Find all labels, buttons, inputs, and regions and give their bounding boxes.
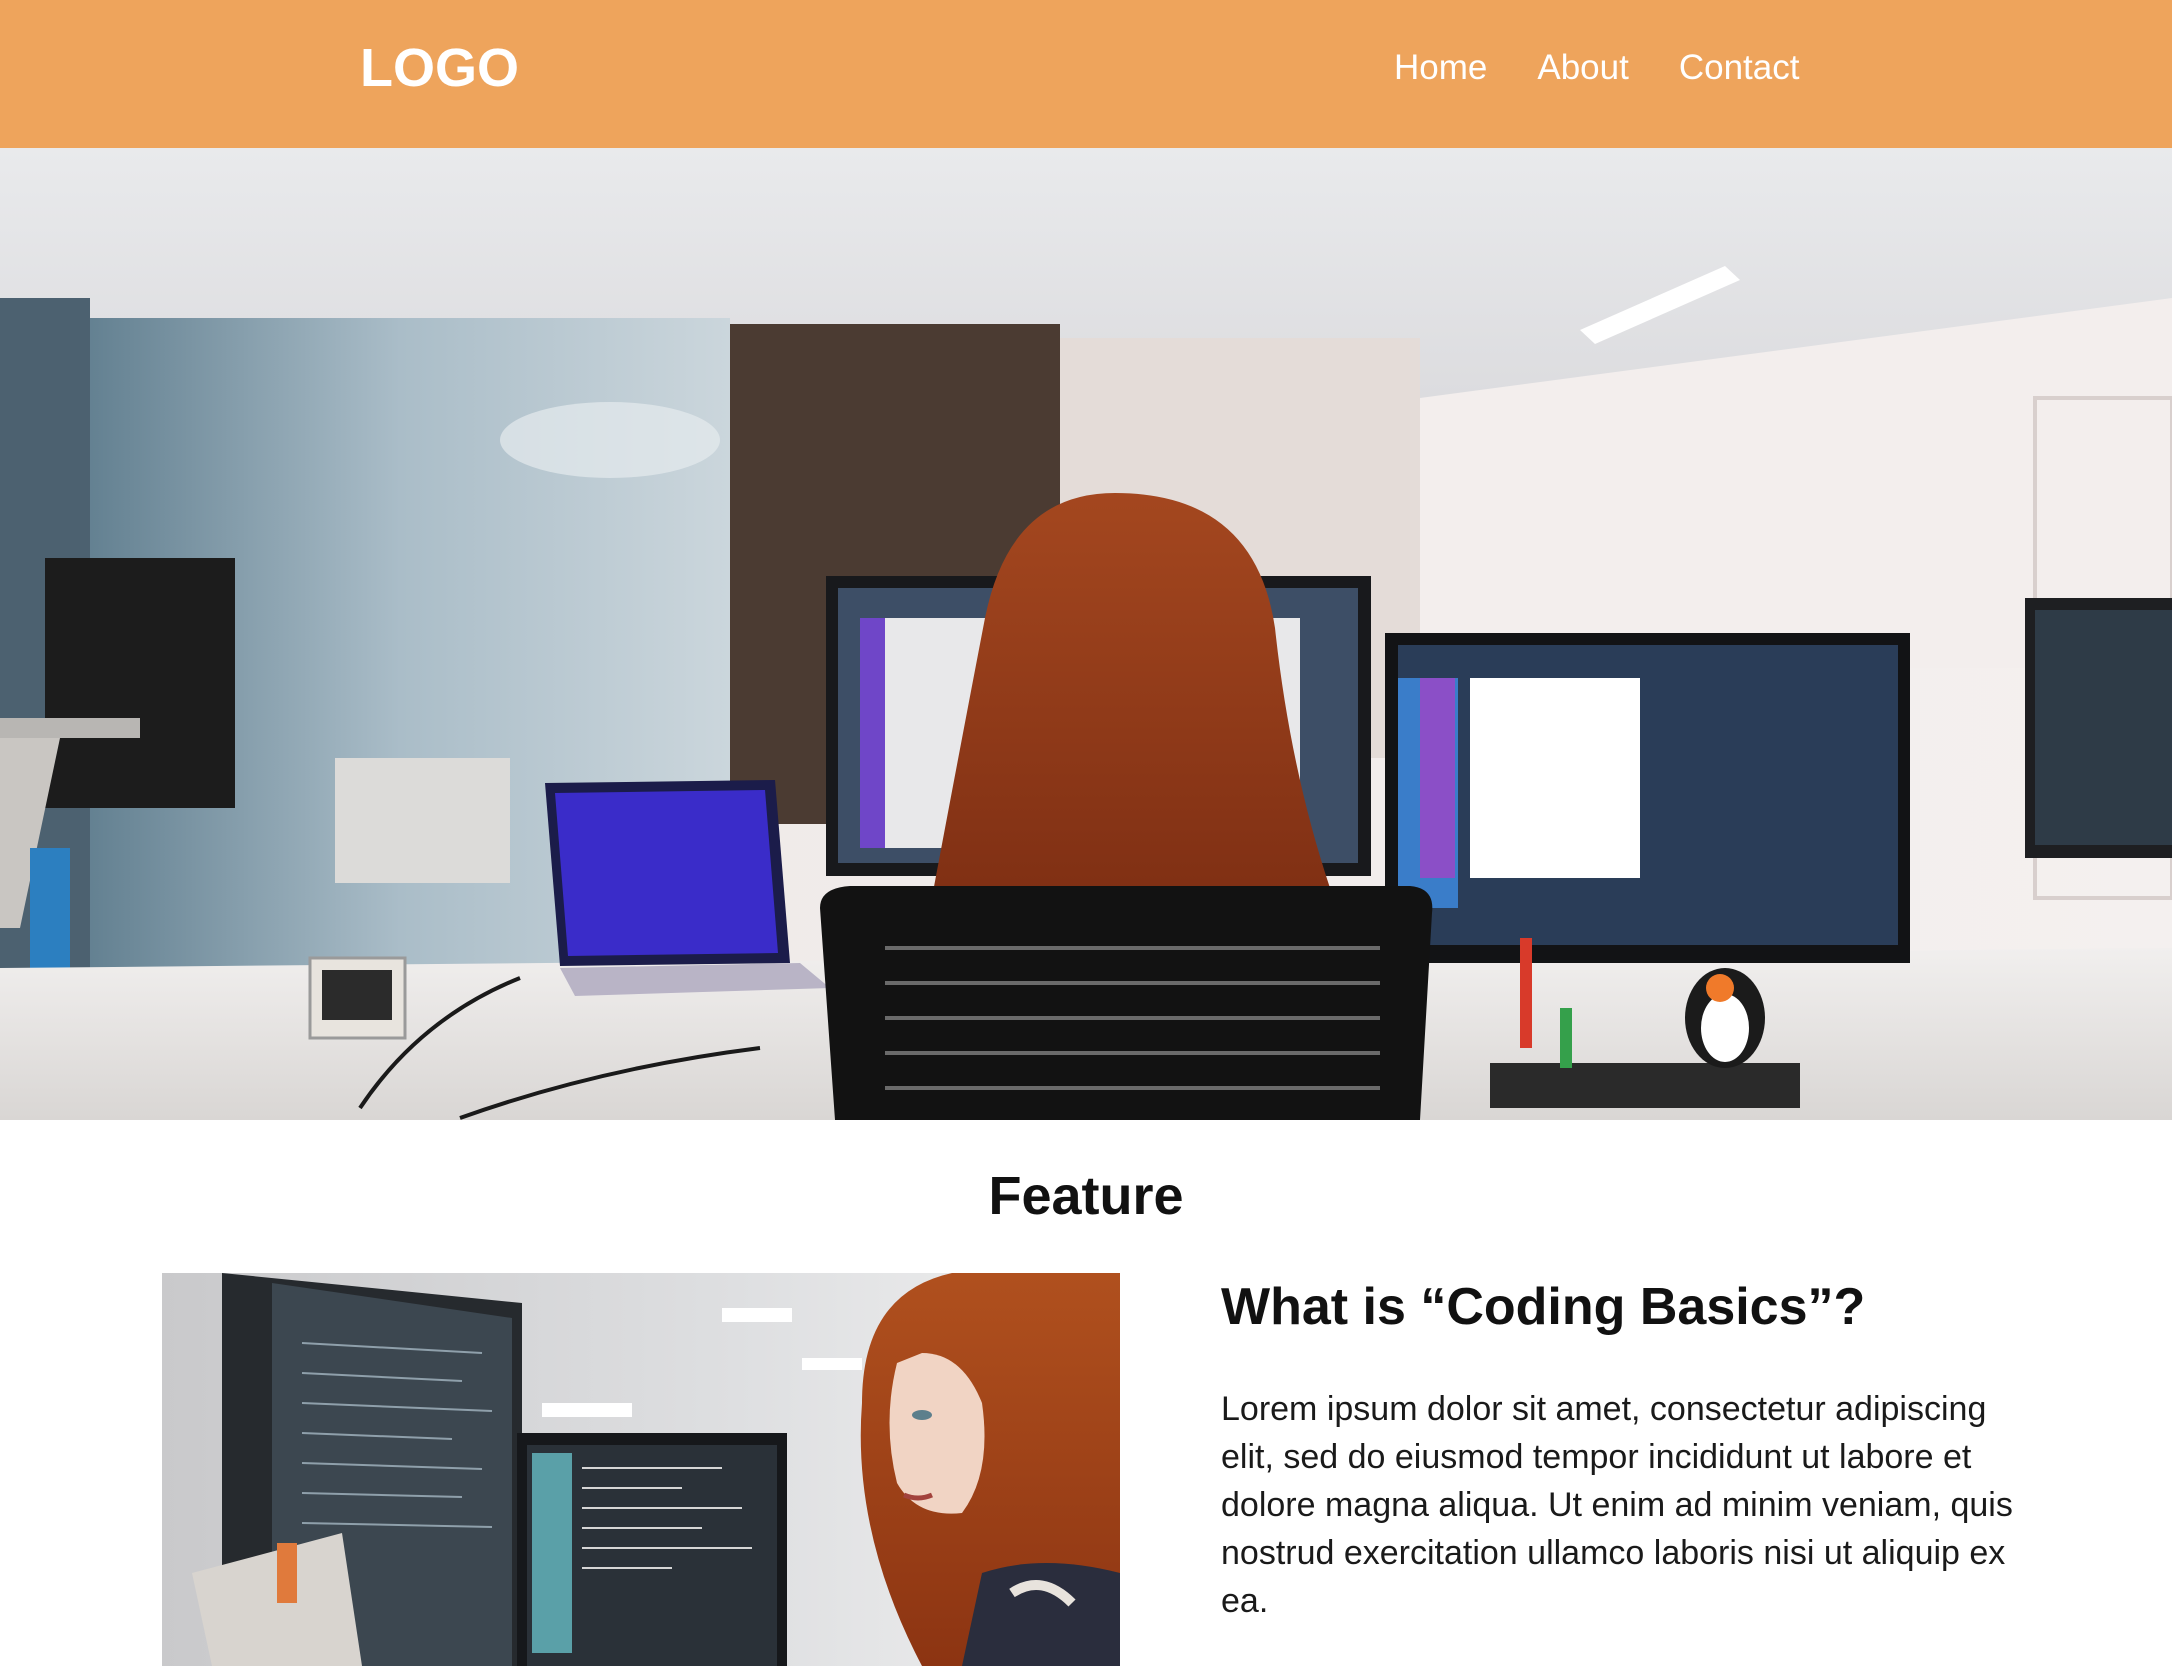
nav-link-about[interactable]: About (1537, 46, 1628, 90)
feature-body-text: Lorem ipsum dolor sit amet, consectetur … (1221, 1390, 2013, 1620)
page: LOGO Home About Contact Feature What is … (0, 0, 2172, 1666)
nav-link-contact[interactable]: Contact (1679, 46, 1800, 90)
feature-heading: What is “Coding Basics”? (1221, 1278, 1866, 1336)
site-header: LOGO Home About Contact (0, 0, 2172, 148)
feature-section-title: Feature (988, 1166, 1184, 1226)
nav-link-home[interactable]: Home (1394, 46, 1487, 90)
feature-image (162, 1273, 1120, 1666)
site-logo[interactable]: LOGO (360, 36, 519, 100)
main-nav: Home About Contact (1394, 46, 1799, 90)
hero-image (0, 148, 2172, 1120)
